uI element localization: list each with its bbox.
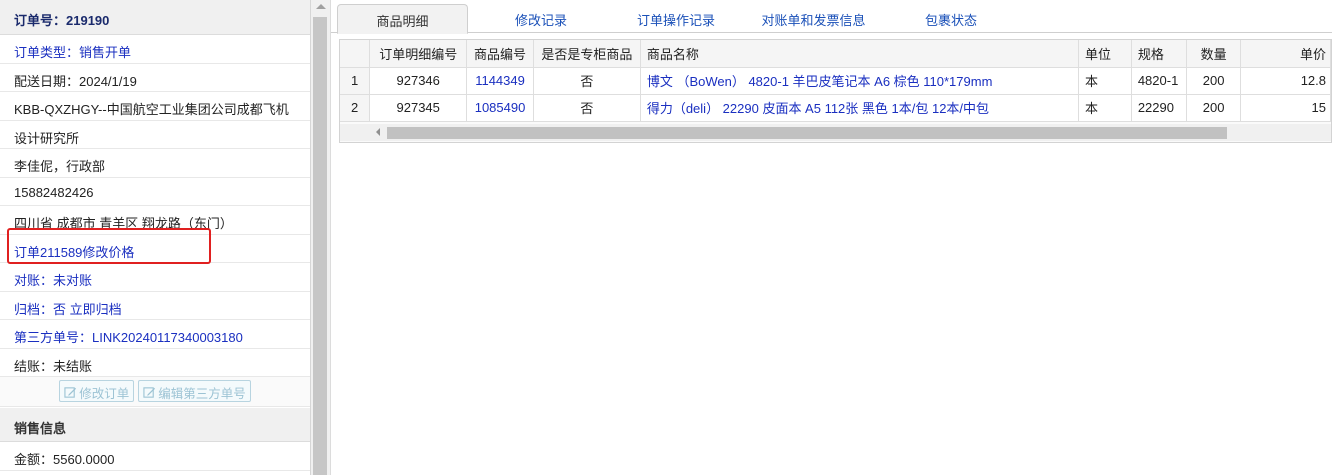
table-row[interactable]: 2 927345 1085490 否 得力（deli） 22290 皮面本 A5… bbox=[340, 94, 1331, 122]
cell-counter-product: 否 bbox=[533, 94, 641, 122]
customer-name-line1: KBB-QXZHGY--中国航空工业集团公司成都飞机 bbox=[0, 92, 310, 121]
contact-phone: 15882482426 bbox=[0, 178, 310, 206]
sales-info-header: 销售信息 bbox=[0, 408, 310, 442]
edit-order-label: 修改订单 bbox=[79, 386, 130, 401]
contact-person: 李佳伲，行政部 bbox=[0, 149, 310, 178]
edit-order-button[interactable]: 修改订单 bbox=[59, 380, 135, 402]
col-header-unit[interactable]: 单位 bbox=[1078, 40, 1132, 68]
cell-product-code[interactable]: 1085490 bbox=[466, 94, 534, 122]
tab-bar: 商品明细 修改记录 订单操作记录 对账单和发票信息 包裹状态 bbox=[331, 0, 1332, 34]
left-panel-scrollbar[interactable] bbox=[311, 0, 331, 475]
edit-third-party-label: 编辑第三方单号 bbox=[158, 386, 246, 401]
product-table: 订单明细编号 商品编号 是否是专柜商品 商品名称 单位 规格 数量 单价 1 9… bbox=[340, 40, 1331, 122]
tab-package-status[interactable]: 包裹状态 bbox=[901, 4, 1001, 33]
reconciliation-status[interactable]: 对账：未对账 bbox=[0, 263, 310, 292]
cell-unit-price: 15 bbox=[1240, 94, 1331, 122]
cell-unit: 本 bbox=[1078, 94, 1132, 122]
tab-product-details[interactable]: 商品明细 bbox=[337, 4, 468, 34]
edit-third-party-button[interactable]: 编辑第三方单号 bbox=[138, 380, 251, 402]
col-header-product-code[interactable]: 商品编号 bbox=[466, 40, 534, 68]
order-type[interactable]: 订单类型：销售开单 bbox=[0, 35, 310, 64]
tab-modify-records[interactable]: 修改记录 bbox=[491, 4, 591, 33]
product-grid: 订单明细编号 商品编号 是否是专柜商品 商品名称 单位 规格 数量 单价 1 9… bbox=[339, 39, 1332, 143]
table-header-row: 订单明细编号 商品编号 是否是专柜商品 商品名称 单位 规格 数量 单价 bbox=[340, 40, 1331, 68]
col-header-unit-price[interactable]: 单价 bbox=[1240, 40, 1331, 68]
scrollbar-thumb[interactable] bbox=[313, 17, 327, 475]
cell-quantity: 200 bbox=[1186, 67, 1242, 95]
cell-product-name[interactable]: 得力（deli） 22290 皮面本 A5 112张 黑色 1本/包 12本/中… bbox=[640, 94, 1080, 122]
tab-order-operations[interactable]: 订单操作记录 bbox=[621, 4, 731, 33]
cell-detail-id: 927345 bbox=[369, 94, 468, 122]
sales-amount: 金额：5560.0000 bbox=[0, 442, 310, 471]
row-number: 2 bbox=[340, 94, 371, 122]
cell-product-code[interactable]: 1144349 bbox=[466, 67, 534, 95]
scroll-up-arrow-icon[interactable] bbox=[316, 4, 326, 9]
order-action-bar: 修改订单 编辑第三方单号 bbox=[0, 377, 310, 407]
order-info-panel: 订单号：219190 订单类型：销售开单 配送日期：2024/1/19 KBB-… bbox=[0, 0, 311, 475]
cell-product-name[interactable]: 博文 （BoWen） 4820-1 羊巴皮笔记本 A6 棕色 110*179mm bbox=[640, 67, 1080, 95]
col-header-product-name[interactable]: 商品名称 bbox=[640, 40, 1080, 68]
cell-unit-price: 12.8 bbox=[1240, 67, 1331, 95]
row-number: 1 bbox=[340, 67, 371, 95]
order-number-header: 订单号：219190 bbox=[0, 0, 310, 35]
horizontal-scrollbar-thumb[interactable] bbox=[387, 127, 1227, 139]
customer-name-line2: 设计研究所 bbox=[0, 121, 310, 149]
col-header-spec[interactable]: 规格 bbox=[1131, 40, 1187, 68]
col-header-counter-product[interactable]: 是否是专柜商品 bbox=[533, 40, 641, 68]
delivery-date: 配送日期：2024/1/19 bbox=[0, 64, 310, 92]
edit-icon bbox=[143, 386, 156, 398]
col-header-rownum bbox=[340, 40, 371, 68]
table-row[interactable]: 1 927346 1144349 否 博文 （BoWen） 4820-1 羊巴皮… bbox=[340, 67, 1331, 95]
scroll-left-arrow-icon[interactable] bbox=[376, 128, 380, 136]
main-content: 商品明细 修改记录 订单操作记录 对账单和发票信息 包裹状态 订单明细编号 商品… bbox=[331, 0, 1332, 475]
archive-status[interactable]: 归档：否 立即归档 bbox=[0, 292, 310, 320]
cell-spec: 22290 bbox=[1131, 94, 1187, 122]
settlement-status: 结账：未结账 bbox=[0, 349, 310, 377]
third-party-number[interactable]: 第三方单号：LINK20240117340003180 bbox=[0, 320, 310, 349]
grid-horizontal-scrollbar[interactable] bbox=[340, 124, 1331, 141]
col-header-detail-id[interactable]: 订单明细编号 bbox=[369, 40, 468, 68]
edit-icon bbox=[64, 386, 77, 398]
highlight-box bbox=[7, 228, 211, 264]
cell-unit: 本 bbox=[1078, 67, 1132, 95]
cell-detail-id: 927346 bbox=[369, 67, 468, 95]
cell-counter-product: 否 bbox=[533, 67, 641, 95]
tab-statement-invoice[interactable]: 对账单和发票信息 bbox=[751, 4, 876, 33]
cell-quantity: 200 bbox=[1186, 94, 1242, 122]
cell-spec: 4820-1 bbox=[1131, 67, 1187, 95]
col-header-quantity[interactable]: 数量 bbox=[1186, 40, 1242, 68]
